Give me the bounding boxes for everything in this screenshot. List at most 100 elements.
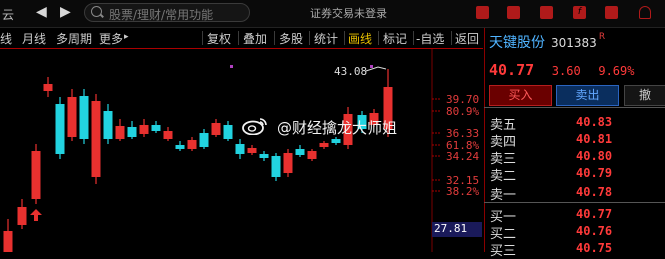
candle-body bbox=[283, 153, 293, 173]
more-arrow-icon[interactable]: ▸ bbox=[124, 32, 129, 42]
toolbar-separator bbox=[413, 31, 414, 45]
btn-back[interactable]: 返回 bbox=[455, 30, 479, 47]
stock-name[interactable]: 天键股份 bbox=[489, 35, 545, 51]
last-price: 40.77 bbox=[489, 61, 535, 79]
btn-draw-line[interactable]: 画线 bbox=[348, 30, 372, 47]
candle-body bbox=[103, 111, 113, 139]
btn-mark[interactable]: 标记 bbox=[383, 30, 407, 47]
chart-toolbar: 线 月线 多周期 更多 ▸ 复权 叠加 多股 统计 画线 标记 -自选 返回 bbox=[0, 28, 483, 49]
stock-badge: R bbox=[598, 32, 606, 42]
ask-price[interactable]: 40.81 bbox=[576, 132, 612, 146]
event-marker[interactable] bbox=[370, 65, 373, 68]
top-bar: 云 ◀ ▶ 股票/理财/常用功能 证券交易未登录 f bbox=[0, 0, 665, 28]
candle-body bbox=[17, 207, 27, 225]
btn-remove-watchlist[interactable]: -自选 bbox=[416, 30, 444, 47]
candle-body bbox=[259, 154, 269, 158]
high-pointer-line bbox=[365, 66, 387, 72]
back-arrow-icon[interactable]: ◀ bbox=[36, 4, 47, 20]
buy-signal-arrow-icon bbox=[30, 209, 42, 221]
cancel-order-button[interactable]: 撤 bbox=[624, 85, 665, 106]
btn-statistics[interactable]: 统计 bbox=[314, 30, 338, 47]
ask-row: 卖五 40.83 bbox=[488, 114, 663, 133]
candle-body bbox=[3, 231, 13, 252]
event-marker[interactable] bbox=[230, 65, 233, 68]
bid-row: 买三 40.75 bbox=[488, 240, 663, 259]
current-price-tag: 27.81 bbox=[432, 222, 482, 237]
ask-row: 卖二 40.79 bbox=[488, 165, 663, 184]
title-fragment: 云 bbox=[2, 8, 15, 22]
candle-body bbox=[67, 97, 77, 137]
ask-row: 卖四 40.81 bbox=[488, 131, 663, 150]
candle-body bbox=[319, 143, 329, 147]
candle-body bbox=[211, 123, 221, 135]
cube-icon[interactable] bbox=[540, 6, 553, 19]
watermark-text: @财经擒龙大师姐 bbox=[277, 119, 398, 137]
price-change-pct: 9.69% bbox=[598, 64, 635, 78]
toolbar-separator bbox=[344, 31, 345, 45]
document-icon[interactable] bbox=[507, 6, 520, 19]
settings-gear-icon[interactable] bbox=[605, 6, 618, 19]
candle-body bbox=[235, 144, 245, 154]
ask-row: 卖一 40.78 bbox=[488, 184, 663, 203]
forward-arrow-icon[interactable]: ▶ bbox=[60, 4, 71, 20]
tab-more[interactable]: 更多 bbox=[99, 30, 123, 47]
tab-monthly[interactable]: 月线 bbox=[22, 30, 46, 47]
candle-body bbox=[139, 125, 149, 134]
btn-restore-rights[interactable]: 复权 bbox=[207, 30, 231, 47]
bid-price[interactable]: 40.77 bbox=[576, 207, 612, 221]
tab-multi-period[interactable]: 多周期 bbox=[56, 30, 92, 47]
toolbar-separator bbox=[309, 31, 310, 45]
ask-price[interactable]: 40.79 bbox=[576, 166, 612, 180]
tab-line[interactable]: 线 bbox=[0, 30, 12, 47]
search-placeholder: 股票/理财/常用功能 bbox=[109, 8, 214, 22]
candle-body bbox=[151, 125, 161, 131]
candle-body bbox=[331, 139, 341, 143]
formula-icon[interactable]: f bbox=[573, 6, 586, 19]
btn-multi-stock[interactable]: 多股 bbox=[279, 30, 303, 47]
kline-svg bbox=[3, 49, 440, 252]
btn-overlay[interactable]: 叠加 bbox=[243, 30, 267, 47]
kline-chart[interactable]: 43.08 39.70 80.9% 36.33 61.8% 34.24 32.1… bbox=[0, 49, 483, 252]
candle-body bbox=[91, 101, 101, 177]
ask-row: 卖三 40.80 bbox=[488, 148, 663, 167]
stock-code: 301383 bbox=[551, 36, 597, 50]
candle-body bbox=[127, 127, 137, 137]
candle-body bbox=[271, 156, 281, 177]
candle-body bbox=[307, 151, 317, 159]
candle-body bbox=[55, 104, 65, 154]
bell-icon[interactable] bbox=[639, 6, 651, 19]
price-change: 3.60 bbox=[551, 64, 581, 78]
candle-body bbox=[163, 131, 173, 139]
trade-icon[interactable] bbox=[476, 6, 489, 19]
bid-price[interactable]: 40.76 bbox=[576, 224, 612, 238]
search-icon bbox=[91, 6, 102, 17]
candle-body bbox=[43, 84, 53, 91]
candle-body bbox=[247, 148, 257, 153]
candle-body bbox=[115, 126, 125, 139]
search-box[interactable]: 股票/理财/常用功能 bbox=[84, 3, 250, 22]
bid-label: 买三 bbox=[490, 244, 517, 259]
bid-price[interactable]: 40.75 bbox=[576, 241, 612, 255]
ask-price[interactable]: 40.78 bbox=[576, 185, 612, 199]
ask-price[interactable]: 40.83 bbox=[576, 115, 612, 129]
buy-button[interactable]: 买入 bbox=[489, 85, 552, 106]
candle-body bbox=[31, 151, 41, 199]
ask-price[interactable]: 40.80 bbox=[576, 149, 612, 163]
candle-body bbox=[187, 140, 197, 149]
high-price-annotation: 43.08 bbox=[334, 65, 368, 78]
weibo-logo-icon bbox=[242, 118, 267, 135]
axis-label: 34.24 bbox=[446, 150, 480, 163]
toolbar-separator bbox=[274, 31, 275, 45]
ask-label: 卖一 bbox=[490, 188, 517, 203]
ask-label: 卖二 bbox=[490, 169, 517, 184]
stock-header: 天键股份 301383 R bbox=[489, 32, 605, 52]
sell-button[interactable]: 卖出 bbox=[556, 85, 619, 106]
axis-label: 80.9% bbox=[446, 105, 480, 118]
quote-line: 40.77 3.60 9.69% bbox=[489, 60, 634, 79]
candle-body bbox=[175, 145, 185, 149]
trade-login-status[interactable]: 证券交易未登录 bbox=[310, 5, 387, 21]
bid-row: 买一 40.77 bbox=[488, 206, 663, 225]
toolbar-separator bbox=[378, 31, 379, 45]
candle-body bbox=[199, 133, 209, 147]
toolbar-separator bbox=[202, 31, 203, 45]
